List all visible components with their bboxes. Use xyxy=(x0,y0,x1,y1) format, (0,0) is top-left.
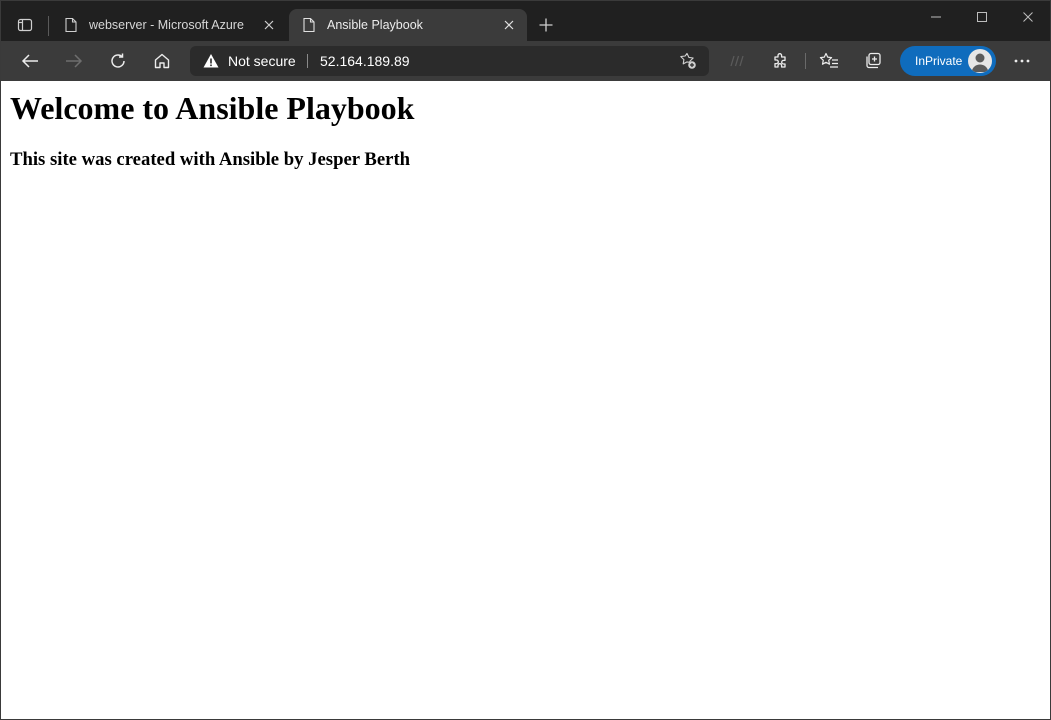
tab-divider xyxy=(48,16,49,36)
tab-ansible-playbook[interactable]: Ansible Playbook xyxy=(289,9,527,41)
more-button[interactable] xyxy=(1006,45,1038,77)
page-icon xyxy=(301,17,317,33)
close-icon[interactable] xyxy=(501,17,517,33)
tab-title: webserver - Microsoft Azure xyxy=(89,18,244,32)
close-window-button[interactable] xyxy=(1005,1,1050,33)
add-favorite-icon[interactable] xyxy=(679,52,697,70)
warning-icon[interactable] xyxy=(203,53,219,69)
close-window-icon xyxy=(1023,12,1033,22)
favorites-icon xyxy=(819,52,838,68)
browser-window: webserver - Microsoft Azure Ansible Play… xyxy=(0,0,1051,720)
toolbar-divider xyxy=(805,53,806,69)
extensions-icon xyxy=(774,53,786,68)
forward-button[interactable] xyxy=(58,45,90,77)
page-subheading: This site was created with Ansible by Je… xyxy=(10,149,411,170)
security-status[interactable]: Not secure xyxy=(228,53,296,69)
back-icon xyxy=(21,54,38,68)
url-text[interactable]: 52.164.189.89 xyxy=(320,53,410,69)
new-tab-icon xyxy=(539,18,553,32)
address-divider xyxy=(307,54,308,68)
more-icon xyxy=(1014,59,1030,63)
avatar xyxy=(968,49,992,73)
minimize-icon xyxy=(931,16,941,18)
inprivate-label: InPrivate xyxy=(915,54,963,68)
refresh-icon xyxy=(111,53,125,68)
favorites-button[interactable] xyxy=(813,45,845,77)
maximize-button[interactable] xyxy=(959,1,1005,33)
close-icon[interactable] xyxy=(261,17,277,33)
back-button[interactable] xyxy=(14,45,46,77)
refresh-button[interactable] xyxy=(102,45,134,77)
new-tab-button[interactable] xyxy=(535,14,557,36)
forward-icon xyxy=(66,54,83,68)
minimize-button[interactable] xyxy=(913,1,959,33)
page-heading: Welcome to Ansible Playbook xyxy=(10,90,415,126)
tab-actions-icon xyxy=(17,18,33,32)
page-viewport: Welcome to Ansible Playbook This site wa… xyxy=(1,81,1050,719)
home-icon xyxy=(154,53,170,69)
address-bar[interactable]: Not secure 52.164.189.89 xyxy=(190,46,709,76)
read-aloud-icon xyxy=(730,55,744,67)
collections-icon xyxy=(866,52,881,69)
tab-webserver[interactable]: webserver - Microsoft Azure xyxy=(51,9,287,41)
tab-actions-button[interactable] xyxy=(9,9,41,41)
collections-button[interactable] xyxy=(857,45,889,77)
read-aloud-button[interactable] xyxy=(721,45,753,77)
page-icon xyxy=(63,17,79,33)
inprivate-profile-button[interactable]: InPrivate xyxy=(900,46,996,76)
tab-strip: webserver - Microsoft Azure Ansible Play… xyxy=(1,1,1050,41)
maximize-icon xyxy=(977,12,987,22)
tab-title: Ansible Playbook xyxy=(327,18,423,32)
extensions-button[interactable] xyxy=(765,45,797,77)
home-button[interactable] xyxy=(146,45,178,77)
